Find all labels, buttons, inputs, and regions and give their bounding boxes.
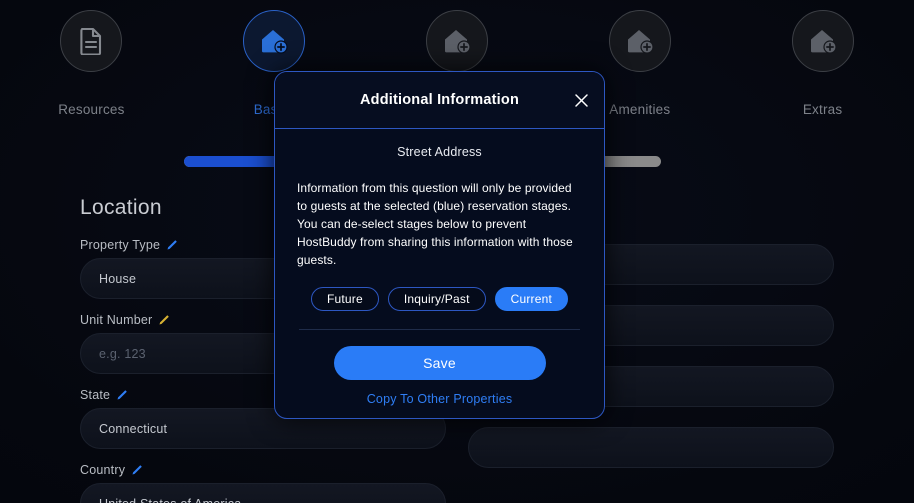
copy-to-other-properties-link[interactable]: Copy To Other Properties [297,392,582,406]
additional-information-modal: Additional Information Street Address In… [274,71,605,419]
step-resources-label: Resources [58,102,125,117]
modal-header: Additional Information [275,72,604,129]
pencil-icon[interactable] [131,464,143,476]
step-resources-circle [60,10,123,72]
modal-description: Information from this question will only… [297,181,573,267]
field-country-label: Country [80,463,446,477]
field-right-4-input[interactable] [468,427,834,468]
step-extras-circle [791,10,854,72]
close-icon [574,93,588,107]
step-extras-label: Extras [802,102,843,117]
pencil-icon[interactable] [116,389,128,401]
field-property-type-text: Property Type [80,238,161,252]
pencil-icon[interactable] [166,239,178,251]
close-button[interactable] [570,89,592,111]
reservation-stage-pills: Future Inquiry/Past Current [297,287,582,311]
modal-divider [299,329,580,330]
field-right-4 [468,421,834,468]
step-basics-circle [243,10,306,72]
pencil-icon[interactable] [158,314,170,326]
stage-pill-future[interactable]: Future [310,287,379,311]
home-add-icon [262,30,288,54]
home-add-icon [444,30,471,54]
modal-subtitle: Street Address [397,145,482,159]
home-add-icon [810,30,837,54]
field-unit-number-text: Unit Number [80,313,153,327]
field-country-text: Country [80,463,126,477]
modal-title: Additional Information [359,92,520,108]
document-icon [80,27,102,55]
step-resources[interactable]: Resources [0,0,183,117]
app-root: Resources Basics [0,0,914,503]
stage-pill-inquiry-past[interactable]: Inquiry/Past [387,287,486,311]
step-amenities-circle [608,10,671,72]
step-extras[interactable]: Extras [731,0,914,117]
modal-body: Street Address Information from this que… [275,129,604,418]
step-amenities-label: Amenities [609,102,671,117]
step-details-circle [425,10,488,72]
stage-pill-current[interactable]: Current [494,287,569,311]
home-add-icon [627,30,654,54]
field-country: Country United States of America [80,463,446,503]
field-state-text: State [80,388,111,402]
save-button[interactable]: Save [333,346,546,380]
field-country-input[interactable]: United States of America [80,483,446,503]
